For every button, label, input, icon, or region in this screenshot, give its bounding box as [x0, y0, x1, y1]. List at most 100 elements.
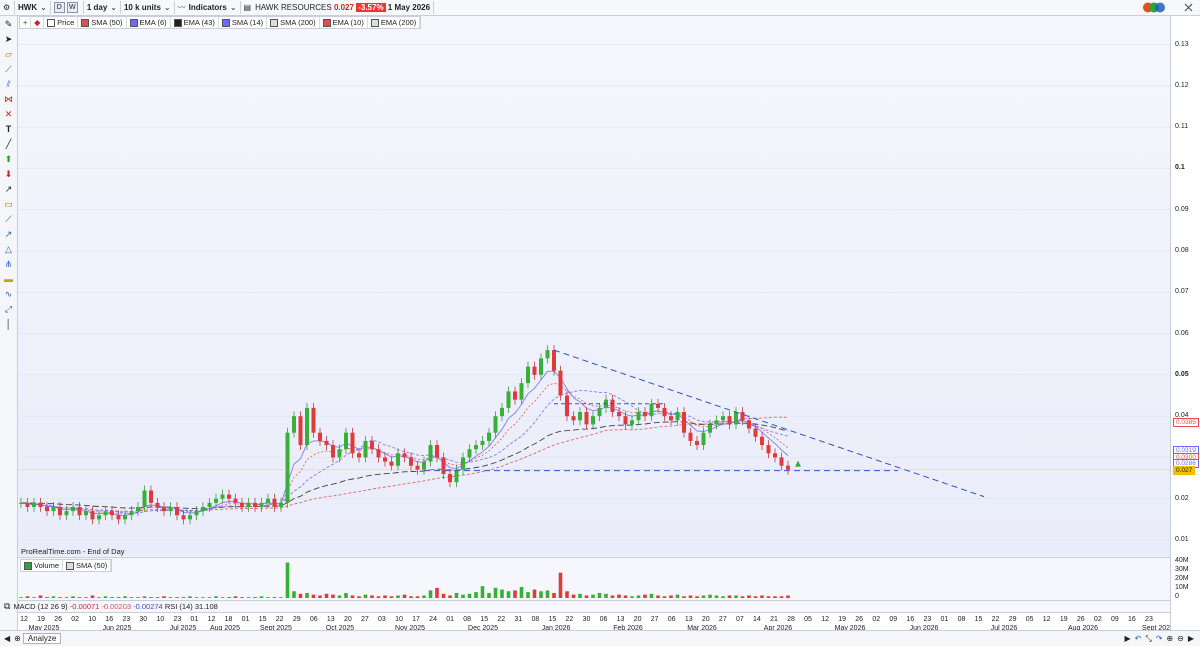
day-tick-label: 15 — [975, 616, 983, 623]
scroll-end-icon[interactable]: ▶ — [1188, 634, 1194, 643]
channel-icon[interactable]: ⫽ — [2, 78, 15, 91]
signal-up-arrow — [795, 460, 801, 467]
volume-bar — [558, 572, 563, 598]
legend-item-6[interactable]: EMA (10) — [320, 17, 368, 28]
timeframe-selector[interactable]: 1 day ⌄ — [84, 1, 121, 14]
legend-item-1[interactable]: SMA (50) — [78, 17, 127, 28]
ray-icon[interactable]: ↗ — [2, 228, 15, 241]
day-tick-label: 23 — [174, 616, 182, 623]
remove-indicator-icon[interactable]: ◆ — [31, 17, 45, 28]
volume-bar — [753, 596, 758, 598]
volume-bar — [669, 595, 673, 598]
fibonacci-icon[interactable]: ⋈ — [2, 93, 15, 106]
symbol-selector[interactable]: HWK ⌄ — [15, 1, 51, 14]
scroll-left-icon[interactable]: ◀ — [4, 634, 10, 643]
mode-w-button[interactable]: W — [66, 2, 78, 13]
ruler-icon[interactable]: ▱ — [2, 48, 15, 61]
zoom-icon[interactable]: ⊕ — [14, 634, 21, 643]
curve-icon[interactable]: ∿ — [2, 288, 15, 301]
timeframe-label: 1 day — [86, 3, 108, 12]
legend-item-2[interactable]: EMA (6) — [127, 17, 171, 28]
legend-item-4[interactable]: SMA (14) — [219, 17, 268, 28]
volume-bar — [116, 597, 121, 598]
volume-panel[interactable]: Volume SMA (50) — [18, 557, 1170, 600]
price-chart-panel[interactable]: ProRealTime.com - End of Day — [18, 16, 1170, 556]
candle-body — [773, 453, 777, 458]
volume-bar — [240, 597, 244, 598]
candle-body — [32, 502, 36, 507]
volume-bar — [266, 597, 270, 598]
gann-icon[interactable]: ✕ — [2, 108, 15, 121]
settings-icon[interactable]: ⚙ — [0, 1, 15, 14]
day-tick-label: 26 — [855, 616, 863, 623]
legend-item-0[interactable]: Price — [44, 17, 79, 28]
redo-icon[interactable]: ↷ — [1156, 634, 1163, 643]
volume-bar — [409, 596, 413, 598]
undo-icon[interactable]: ↶ — [1135, 634, 1142, 643]
day-tick-label: 08 — [958, 616, 966, 623]
line-icon[interactable]: ╱ — [2, 138, 15, 151]
cursor-icon[interactable]: ✎ — [2, 18, 15, 31]
ema43-line — [20, 421, 789, 510]
candle-body — [441, 457, 446, 474]
pitchfork-icon[interactable]: ⋔ — [2, 258, 15, 271]
candle-body — [337, 449, 342, 458]
reset-view-icon[interactable]: ⤡ — [1145, 634, 1151, 644]
pointer-icon[interactable]: ➤ — [2, 33, 15, 46]
volume-bar — [305, 592, 309, 598]
volume-bar — [584, 595, 589, 598]
candle-body — [454, 469, 459, 483]
candle-body — [675, 412, 680, 421]
day-tick-label: 28 — [787, 616, 795, 623]
volume-sma-label: SMA (50) — [76, 561, 108, 570]
mode-d-button[interactable]: D — [53, 2, 65, 13]
units-selector[interactable]: 10 k units ⌄ — [121, 1, 175, 14]
candle-body — [396, 453, 400, 466]
triangle-icon[interactable]: △ — [2, 243, 15, 256]
extend-icon[interactable]: ⤢ — [2, 303, 15, 316]
arrow-icon[interactable]: ↗ — [2, 183, 15, 196]
candle-body — [649, 403, 654, 417]
segment-icon[interactable]: ⟋ — [2, 213, 15, 226]
scroll-right-icon[interactable]: ▶ — [1124, 634, 1130, 643]
volume-bar — [19, 597, 23, 598]
add-indicator-icon[interactable]: + — [20, 17, 32, 28]
price-scale[interactable]: 0.13 0.12 0.11 0.1 0.09 0.08 0.07 0.06 0.05 0.04 0… — [1170, 16, 1200, 630]
trendline-icon[interactable]: ⟋ — [2, 63, 15, 76]
volume-chart-svg — [19, 562, 790, 598]
indicators-button[interactable]: 〰 Indicators ⌄ — [175, 1, 241, 14]
zoom-in-icon[interactable]: ⊕ — [1166, 634, 1173, 643]
volume-bar — [220, 597, 225, 598]
up-arrow-icon[interactable]: ⬆ — [2, 153, 15, 166]
candle-body — [116, 515, 121, 520]
text-icon[interactable]: T — [2, 123, 15, 136]
legend-item-7[interactable]: EMA (200) — [368, 17, 421, 28]
expand-icon[interactable]: ⧉ — [4, 601, 10, 612]
close-icon[interactable] — [1184, 3, 1193, 12]
volume-bar — [77, 597, 82, 598]
candle-body — [233, 498, 238, 503]
vertical-line-icon[interactable]: │ — [2, 318, 15, 331]
volume-bar — [279, 597, 283, 598]
legend-item-3[interactable]: EMA (43) — [171, 17, 219, 28]
candle-body — [370, 440, 374, 450]
price-chart-svg[interactable] — [18, 16, 1170, 556]
day-tick-label: 18 — [225, 616, 233, 623]
volume-bar — [350, 595, 355, 598]
analyze-button[interactable]: Analyze — [22, 633, 62, 644]
time-axis[interactable]: 12 19 26 02 10 16 23 30 10 23 01 12 18 01 15 22 29 06 13 20… — [18, 612, 1174, 632]
change-badge: -3.57% — [356, 3, 386, 12]
sma50-line — [20, 416, 789, 512]
volume-bar — [71, 596, 75, 598]
candle-body — [246, 502, 251, 507]
highlighter-icon[interactable]: ▬ — [2, 273, 15, 286]
rectangle-icon[interactable]: ▭ — [2, 198, 15, 211]
candle-body — [227, 494, 231, 499]
down-arrow-icon[interactable]: ⬇ — [2, 168, 15, 181]
volume-legend-item: Volume — [21, 560, 64, 571]
legend-item-5[interactable]: SMA (200) — [267, 17, 320, 28]
volume-bar — [103, 596, 108, 598]
candle-body — [84, 511, 88, 516]
zoom-out-icon[interactable]: ⊖ — [1177, 634, 1184, 643]
volume-bar — [344, 592, 348, 598]
